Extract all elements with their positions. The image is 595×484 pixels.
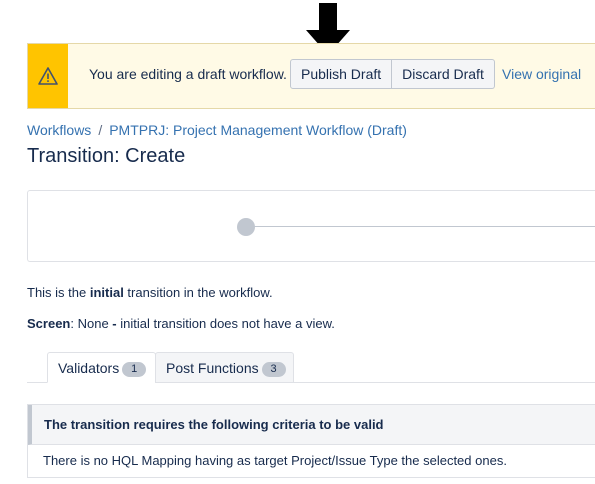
note-text-end: transition in the workflow.: [123, 285, 273, 300]
tab-validators[interactable]: Validators 1: [47, 352, 156, 383]
initial-transition-note: This is the initial transition in the wo…: [27, 285, 273, 300]
tab-post-functions[interactable]: Post Functions 3: [155, 352, 294, 383]
count-badge: 3: [261, 362, 286, 377]
draft-actions: Publish Draft Discard Draft: [290, 59, 495, 89]
banner-message: You are editing a draft workflow.: [89, 66, 287, 82]
criteria-message: There is no HQL Mapping having as target…: [43, 453, 507, 468]
breadcrumb: Workflows / PMTPRJ: Project Management Wor…: [27, 122, 407, 138]
validators-panel: The transition requires the following cr…: [27, 404, 595, 478]
warning-icon: [38, 67, 58, 85]
note-text: This is the: [27, 285, 90, 300]
tab-label: Validators: [58, 360, 120, 376]
banner-stripe: [28, 44, 68, 108]
page-title: Transition: Create: [27, 145, 186, 167]
discard-draft-button[interactable]: Discard Draft: [392, 59, 495, 89]
screen-description: initial transition does not have a view.: [116, 316, 335, 331]
view-original-link[interactable]: View original: [502, 66, 581, 82]
breadcrumb-workflow-name[interactable]: PMTPRJ: Project Management Workflow (Dra…: [109, 122, 407, 138]
publish-draft-button[interactable]: Publish Draft: [290, 59, 393, 89]
draft-workflow-banner: You are editing a draft workflow. Publis…: [27, 43, 595, 109]
screen-value: : None: [70, 316, 113, 331]
count-badge: 1: [122, 362, 147, 377]
tab-label: Post Functions: [166, 360, 259, 376]
criteria-header: The transition requires the following cr…: [28, 405, 595, 445]
note-emphasis: initial: [89, 285, 124, 300]
breadcrumb-workflows[interactable]: Workflows: [27, 122, 91, 138]
screen-note: Screen: None - initial transition does n…: [27, 316, 335, 331]
screen-label: Screen: [27, 316, 71, 331]
transition-line: [248, 226, 595, 227]
transition-diagram: [27, 190, 595, 262]
initial-node: [237, 218, 255, 236]
breadcrumb-separator: /: [98, 122, 103, 138]
